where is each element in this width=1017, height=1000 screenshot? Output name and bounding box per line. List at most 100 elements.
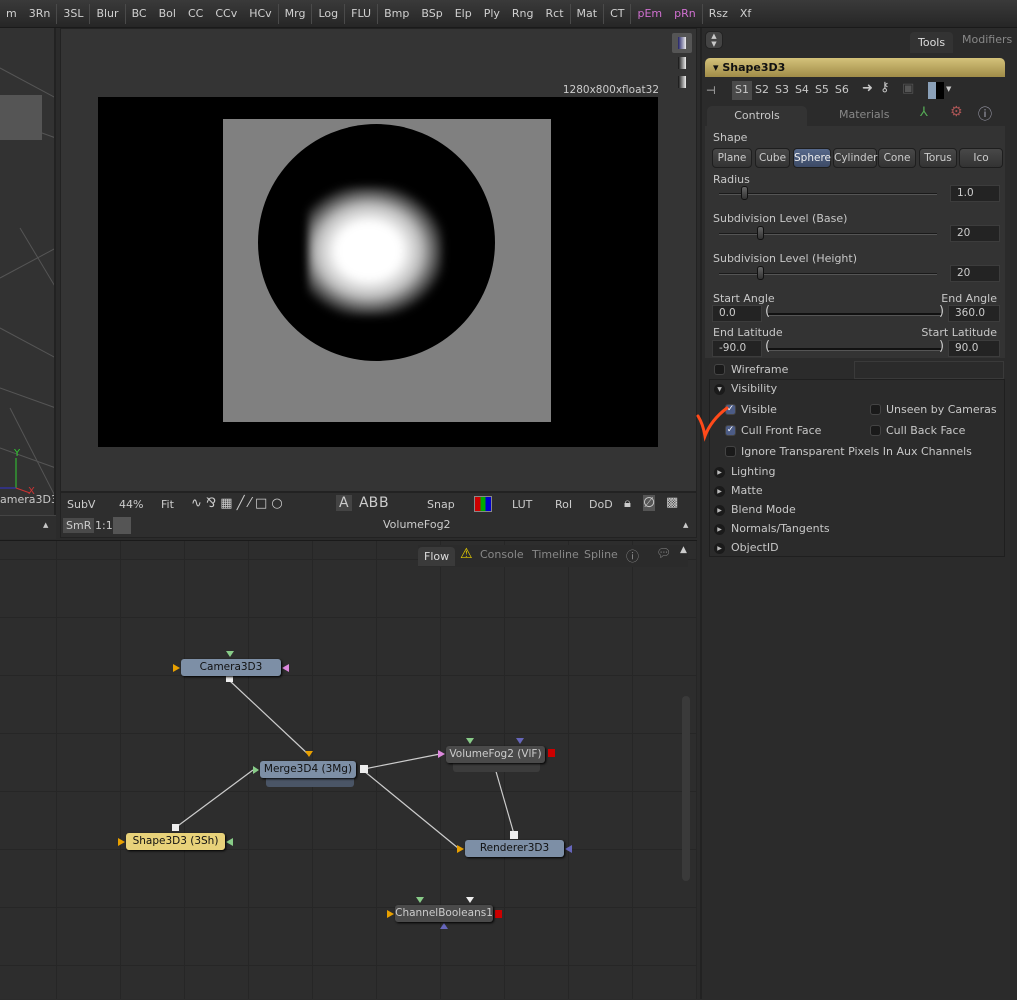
3d-view-icon-2[interactable] <box>672 54 692 74</box>
tool-button-rsz[interactable]: Rsz <box>701 3 734 24</box>
latitude-end-handle[interactable]: ) <box>939 339 944 354</box>
settings-gear-icon[interactable]: ⚙ <box>950 104 963 120</box>
tool-button-hcv[interactable]: HCv <box>243 4 277 24</box>
subdiv-height-field[interactable]: 20 <box>950 265 1000 282</box>
section-matte[interactable]: Matte <box>731 484 763 497</box>
menu-arrow-icon[interactable]: ▲ <box>43 521 48 529</box>
ignore-transparent-checkbox[interactable] <box>725 446 736 457</box>
subdiv-base-slider[interactable] <box>719 233 937 235</box>
tool-button-ply[interactable]: Ply <box>478 4 506 24</box>
checker-icon[interactable]: ▩ <box>666 495 678 510</box>
shape-torus-button[interactable]: Torus <box>919 148 957 168</box>
tool-button-mrg[interactable]: Mrg <box>277 3 312 24</box>
end-latitude-field[interactable]: -90.0 <box>712 340 762 357</box>
one-to-one-button[interactable]: 1:1 <box>95 519 113 532</box>
dropdown-arrow-icon[interactable]: ▼ <box>946 85 951 93</box>
slot-s2[interactable]: S2 <box>752 81 772 100</box>
subview-button[interactable]: SubV <box>67 498 95 511</box>
slot-s3[interactable]: S3 <box>772 81 792 100</box>
tool-header[interactable]: ▾ Shape3D3 <box>705 58 1005 77</box>
tool-button-ccv[interactable]: CCv <box>209 4 243 24</box>
buffer-a-button[interactable]: A <box>336 495 352 511</box>
wireframe-checkbox[interactable] <box>714 364 725 375</box>
tool-button-blur[interactable]: Blur <box>89 3 124 24</box>
perspective-viewer[interactable]: Y X amera3D3 <box>0 28 56 515</box>
latitude-start-handle[interactable]: ( <box>765 339 770 354</box>
3d-view-icon[interactable] <box>672 33 692 53</box>
section-blend-mode[interactable]: Blend Mode <box>731 503 796 516</box>
unseen-checkbox[interactable] <box>870 404 881 415</box>
radius-slider-handle[interactable] <box>741 186 748 200</box>
save-icon[interactable]: ▣ <box>902 81 914 96</box>
buffer-ab-button[interactable]: AB <box>359 495 378 511</box>
expand-arrow-icon[interactable]: ▶ <box>714 486 725 497</box>
collapse-arrow-icon[interactable]: ▼ <box>714 384 725 395</box>
slot-s5[interactable]: S5 <box>812 81 832 100</box>
shape-sphere-button[interactable]: Sphere <box>793 148 831 168</box>
tool-button-pem[interactable]: pEm <box>630 3 668 24</box>
node-merge3d4[interactable]: Merge3D4 (3Mg) <box>260 761 356 778</box>
radius-slider[interactable] <box>719 193 937 195</box>
tool-button-xf[interactable]: Xf <box>734 4 757 24</box>
tool-button-mat[interactable]: Mat <box>569 3 604 24</box>
expand-arrow-icon[interactable]: ▶ <box>714 505 725 516</box>
tool-button-bol[interactable]: Bol <box>153 4 182 24</box>
expand-arrow-icon[interactable]: ▶ <box>714 524 725 535</box>
shape-cone-button[interactable]: Cone <box>878 148 916 168</box>
subdiv-base-slider-handle[interactable] <box>757 226 764 240</box>
histogram-icon[interactable] <box>113 517 131 534</box>
arrow-icon[interactable]: ➜ <box>862 81 873 96</box>
node-channelbooleans1[interactable]: ChannelBooleans1 <box>395 905 493 922</box>
shape-cylinder-button[interactable]: Cylinder <box>833 148 877 168</box>
visibility-label[interactable]: Visibility <box>731 382 777 395</box>
panel-scroll-icon[interactable]: ▲ ▼ <box>705 31 723 49</box>
roi-button[interactable]: RoI <box>555 498 572 511</box>
key-icon[interactable]: ⚷ <box>880 80 890 95</box>
tab-tools[interactable]: Tools <box>910 32 954 53</box>
tool-button-bmp[interactable]: Bmp <box>377 3 415 24</box>
tool-button-flu[interactable]: FLU <box>344 3 377 24</box>
start-angle-field[interactable]: 0.0 <box>712 305 762 322</box>
tool-button-m[interactable]: m <box>0 4 23 24</box>
tab-modifiers[interactable]: Modifiers <box>962 33 1012 46</box>
tool-button-elp[interactable]: Elp <box>449 4 478 24</box>
node-camera3d3[interactable]: Camera3D3 <box>181 659 281 676</box>
3d-view-icon-3[interactable] <box>672 73 692 93</box>
spline-icon[interactable]: ∿ ⅋ ▦ ╱ ⁄ □ ○ <box>191 496 283 511</box>
color-channel-icon[interactable] <box>474 496 492 512</box>
subdiv-height-slider[interactable] <box>719 273 937 275</box>
tool-button-3rn[interactable]: 3Rn <box>23 4 57 24</box>
shape-cube-button[interactable]: Cube <box>755 148 790 168</box>
end-angle-field[interactable]: 360.0 <box>948 305 1000 322</box>
tool-button-cc[interactable]: CC <box>182 4 209 24</box>
slot-s4[interactable]: S4 <box>792 81 812 100</box>
tool-button-bc[interactable]: BC <box>124 3 153 24</box>
latitude-range-slider[interactable] <box>768 348 942 351</box>
tool-button-3sl[interactable]: 3SL <box>56 3 89 24</box>
shape-plane-button[interactable]: Plane <box>712 148 752 168</box>
flow-editor[interactable]: Flow ⚠ Console Timeline Spline ⓘ 💬︎ ▲ Ca… <box>0 540 697 999</box>
dod-button[interactable]: DoD <box>589 498 613 511</box>
snap-button[interactable]: Snap <box>427 498 455 511</box>
start-latitude-field[interactable]: 90.0 <box>948 340 1000 357</box>
node-shape3d3[interactable]: Shape3D3 (3Sh) <box>126 833 225 850</box>
buffer-b-button[interactable]: B <box>379 495 389 511</box>
smr-button[interactable]: SmR <box>63 518 95 533</box>
subdiv-height-slider-handle[interactable] <box>757 266 764 280</box>
tab-controls[interactable]: Controls <box>707 106 807 126</box>
node-volumefog2[interactable]: VolumeFog2 (VlF) <box>446 746 545 763</box>
tab-materials[interactable]: Materials <box>839 108 889 121</box>
radius-field[interactable]: 1.0 <box>950 185 1000 202</box>
section-lighting[interactable]: Lighting <box>731 465 775 478</box>
lut-button[interactable]: LUT <box>512 498 532 511</box>
slot-s1[interactable]: S1 <box>732 81 752 100</box>
tool-button-rct[interactable]: Rct <box>540 4 570 24</box>
section-normals-tangents[interactable]: Normals/Tangents <box>731 522 830 535</box>
angle-range-slider[interactable] <box>768 313 942 316</box>
fit-button[interactable]: Fit <box>161 498 174 511</box>
angle-end-handle[interactable]: ) <box>939 304 944 319</box>
zoom-level-button[interactable]: 44% <box>119 498 143 511</box>
info-icon[interactable]: ⓘ <box>978 104 992 124</box>
tool-button-log[interactable]: Log <box>311 3 344 24</box>
section-objectid[interactable]: ObjectID <box>731 541 779 554</box>
